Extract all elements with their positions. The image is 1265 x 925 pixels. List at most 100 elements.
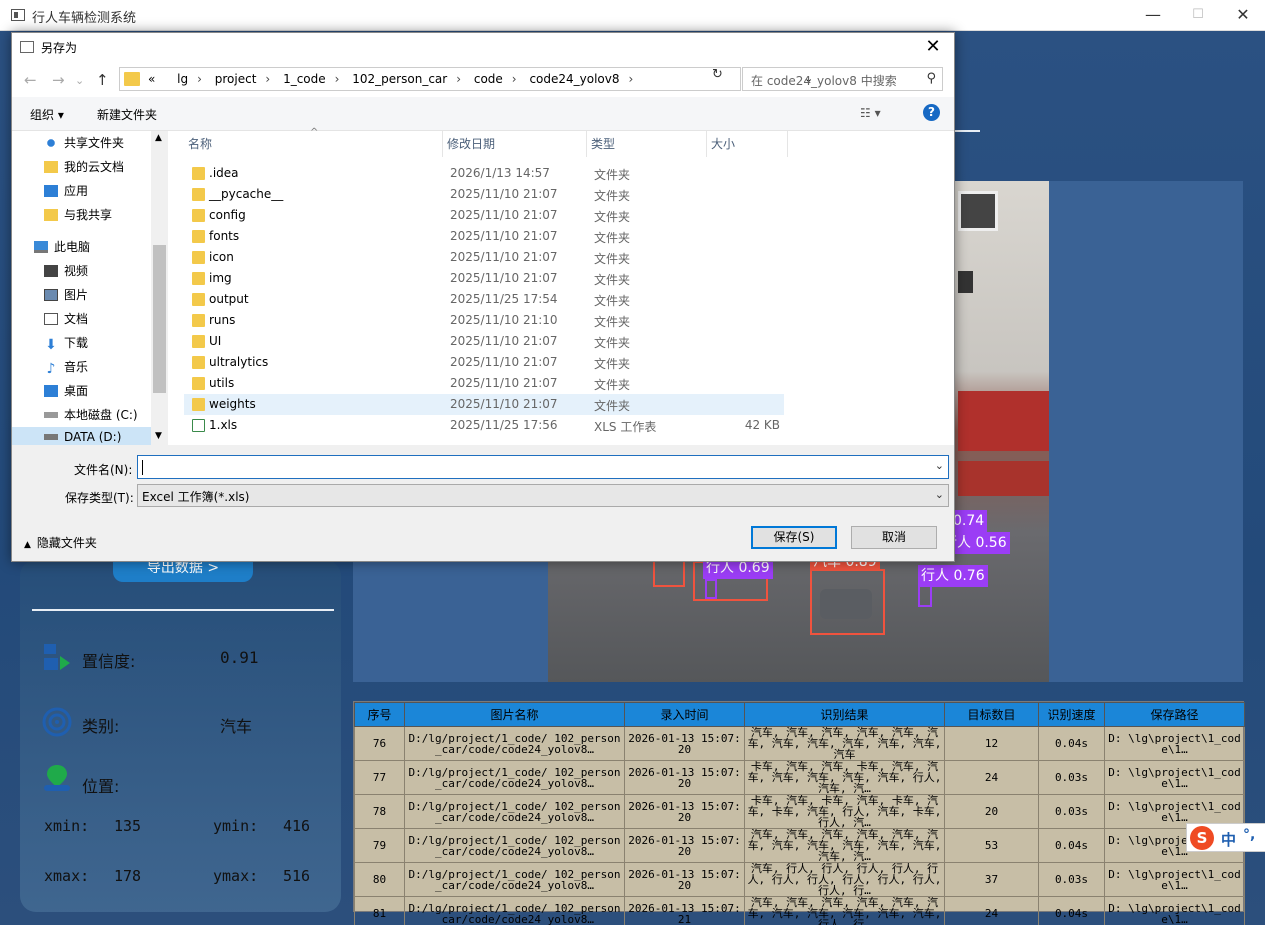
nav-item-this-pc[interactable]: 此电脑	[34, 238, 90, 255]
file-row[interactable]: runs 2025/11/10 21:10 文件夹	[184, 310, 784, 331]
address-bar[interactable]: « lg › project › 1_code › 102_person_car › c…	[119, 67, 813, 91]
nav-item-music[interactable]: ♪ 音乐	[44, 358, 88, 377]
filetype-dropdown-icon[interactable]: ⌄	[935, 488, 944, 501]
column-header-date[interactable]: 修改日期	[443, 131, 587, 157]
filename-input[interactable]: ⌄	[137, 455, 949, 479]
ime-language-indicator[interactable]: 中	[1221, 829, 1236, 850]
minimize-button[interactable]: —	[1131, 3, 1175, 27]
help-icon[interactable]: ?	[923, 104, 940, 121]
filetype-select[interactable]: Excel 工作簿(*.xls) ⌄	[137, 484, 949, 507]
breadcrumb-overflow[interactable]: «	[148, 72, 155, 86]
cell-time: 2026-01-13 15:07:20	[624, 794, 745, 829]
table-row[interactable]: 77 D:/lg/project/1_code/ 102_person_car/…	[354, 760, 1245, 795]
file-row[interactable]: ultralytics 2025/11/10 21:07 文件夹	[184, 352, 784, 373]
nav-item-pictures[interactable]: 图片	[44, 286, 88, 303]
file-date: 2025/11/10 21:07	[450, 376, 558, 390]
position-label: 位置:	[82, 777, 120, 796]
column-header-size[interactable]: 大小	[707, 131, 788, 157]
ime-status-bar[interactable]: S 中 °,	[1186, 823, 1265, 852]
nav-item-shared-with-me[interactable]: 与我共享	[44, 206, 112, 223]
nav-item-shared-folder[interactable]: 共享文件夹	[44, 134, 124, 151]
organize-button[interactable]: 组织 ▾	[30, 106, 64, 123]
breadcrumb-item[interactable]: code24_yolov8	[529, 72, 619, 86]
breadcrumb-item[interactable]: code	[474, 72, 503, 86]
column-header-name[interactable]: 名称	[184, 131, 443, 157]
file-type: 文件夹	[594, 252, 631, 266]
file-type: 文件夹	[594, 357, 631, 371]
music-icon: ♪	[46, 361, 56, 377]
table-row[interactable]: 76 D:/lg/project/1_code/ 102_person_car/…	[354, 726, 1245, 761]
cell-id: 79	[354, 828, 405, 863]
breadcrumb-item[interactable]: lg	[177, 72, 188, 86]
breadcrumb-item[interactable]: 1_code	[283, 72, 326, 86]
apps-icon	[44, 185, 58, 197]
category-value: 汽车	[220, 717, 253, 736]
table-row[interactable]: 78 D:/lg/project/1_code/ 102_person_car/…	[354, 794, 1245, 829]
column-header-id[interactable]: 序号	[354, 702, 405, 727]
file-row[interactable]: output 2025/11/25 17:54 文件夹	[184, 289, 784, 310]
view-options-button[interactable]: ☷ ▾	[860, 106, 881, 120]
file-row[interactable]: .idea 2026/1/13 14:57 文件夹	[184, 163, 784, 184]
close-button[interactable]: ✕	[1221, 3, 1265, 27]
nav-item-label: 下载	[64, 336, 89, 350]
breadcrumb-item[interactable]: 102_person_car	[352, 72, 447, 86]
save-button[interactable]: 保存(S)	[751, 526, 837, 549]
folder-icon	[192, 293, 205, 306]
scrollbar-thumb[interactable]	[153, 245, 166, 393]
export-data-button[interactable]: 导出数据 >	[113, 560, 253, 582]
column-header-time[interactable]: 录入时间	[624, 702, 745, 727]
nav-item-label: 共享文件夹	[64, 136, 125, 150]
scroll-down-icon[interactable]: ▼	[155, 431, 162, 441]
file-row[interactable]: 1.xls 2025/11/25 17:56 XLS 工作表 42 KB	[184, 415, 784, 436]
table-row[interactable]: 81 D:/lg/project/1_code/ 102_person_car/…	[354, 896, 1245, 925]
file-row[interactable]: img 2025/11/10 21:07 文件夹	[184, 268, 784, 289]
cell-result: 汽车, 行人, 行人, 行人, 行人, 行人, 行人, 行人, 行人, 行人, …	[744, 862, 945, 897]
refresh-icon[interactable]: ↻	[712, 67, 723, 82]
nav-item-cloud-docs[interactable]: 我的云文档	[44, 158, 124, 175]
table-row[interactable]: 79 D:/lg/project/1_code/ 102_person_car/…	[354, 828, 1245, 863]
navigation-scrollbar[interactable]: ▲ ▼	[151, 131, 168, 445]
cell-path: D: \lg\project\1_code\1…	[1104, 760, 1245, 795]
column-header-speed[interactable]: 识别速度	[1038, 702, 1105, 727]
nav-item-data-d[interactable]: DATA (D:)	[12, 427, 151, 445]
maximize-button[interactable]: ☐	[1176, 3, 1220, 27]
nav-item-documents[interactable]: 文档	[44, 310, 88, 327]
file-row[interactable]: config 2025/11/10 21:07 文件夹	[184, 205, 784, 226]
scroll-up-icon[interactable]: ▲	[155, 133, 162, 143]
cell-time: 2026-01-13 15:07:20	[624, 862, 745, 897]
cell-count: 53	[944, 828, 1039, 863]
file-row[interactable]: fonts 2025/11/10 21:07 文件夹	[184, 226, 784, 247]
column-header-path[interactable]: 保存路径	[1104, 702, 1245, 727]
nav-item-local-disk-c[interactable]: 本地磁盘 (C:)	[44, 406, 138, 423]
file-row[interactable]: utils 2025/11/10 21:07 文件夹	[184, 373, 784, 394]
dialog-close-button[interactable]: ✕	[918, 35, 948, 59]
column-header-count[interactable]: 目标数目	[944, 702, 1039, 727]
search-input[interactable]: 在 code24_yolov8 中搜索 ⚲	[742, 67, 943, 91]
nav-item-apps[interactable]: 应用	[44, 182, 88, 199]
new-folder-button[interactable]: 新建文件夹	[97, 106, 157, 123]
nav-item-downloads[interactable]: ⬇ 下载	[44, 334, 89, 352]
up-arrow-icon[interactable]: ↑	[96, 71, 109, 89]
file-row[interactable]: icon 2025/11/10 21:07 文件夹	[184, 247, 784, 268]
file-row[interactable]: UI 2025/11/10 21:07 文件夹	[184, 331, 784, 352]
nav-item-videos[interactable]: 视频	[44, 262, 88, 279]
file-row[interactable]: weights 2025/11/10 21:07 文件夹	[184, 394, 784, 415]
nav-item-desktop[interactable]: 桌面	[44, 382, 88, 399]
ime-punctuation-indicator[interactable]: °,	[1243, 827, 1255, 843]
table-row[interactable]: 80 D:/lg/project/1_code/ 102_person_car/…	[354, 862, 1245, 897]
history-chevron-icon[interactable]: ⌄	[75, 74, 84, 87]
cell-id: 81	[354, 896, 405, 925]
folder-icon	[192, 272, 205, 285]
column-header-result[interactable]: 识别结果	[744, 702, 945, 727]
breadcrumb-item[interactable]: project	[215, 72, 257, 86]
sogou-icon: S	[1190, 826, 1214, 850]
file-row[interactable]: __pycache__ 2025/11/10 21:07 文件夹	[184, 184, 784, 205]
cell-image-name: D:/lg/project/1_code/ 102_person_car/cod…	[404, 828, 625, 863]
forward-arrow-icon[interactable]: →	[52, 71, 65, 89]
filename-dropdown-icon[interactable]: ⌄	[935, 459, 944, 472]
column-header-type[interactable]: 类型	[587, 131, 707, 157]
cancel-button[interactable]: 取消	[851, 526, 937, 549]
column-header-image-name[interactable]: 图片名称	[404, 702, 625, 727]
back-arrow-icon[interactable]: ←	[24, 71, 37, 89]
hide-folders-toggle[interactable]: ▲ 隐藏文件夹	[24, 534, 97, 551]
